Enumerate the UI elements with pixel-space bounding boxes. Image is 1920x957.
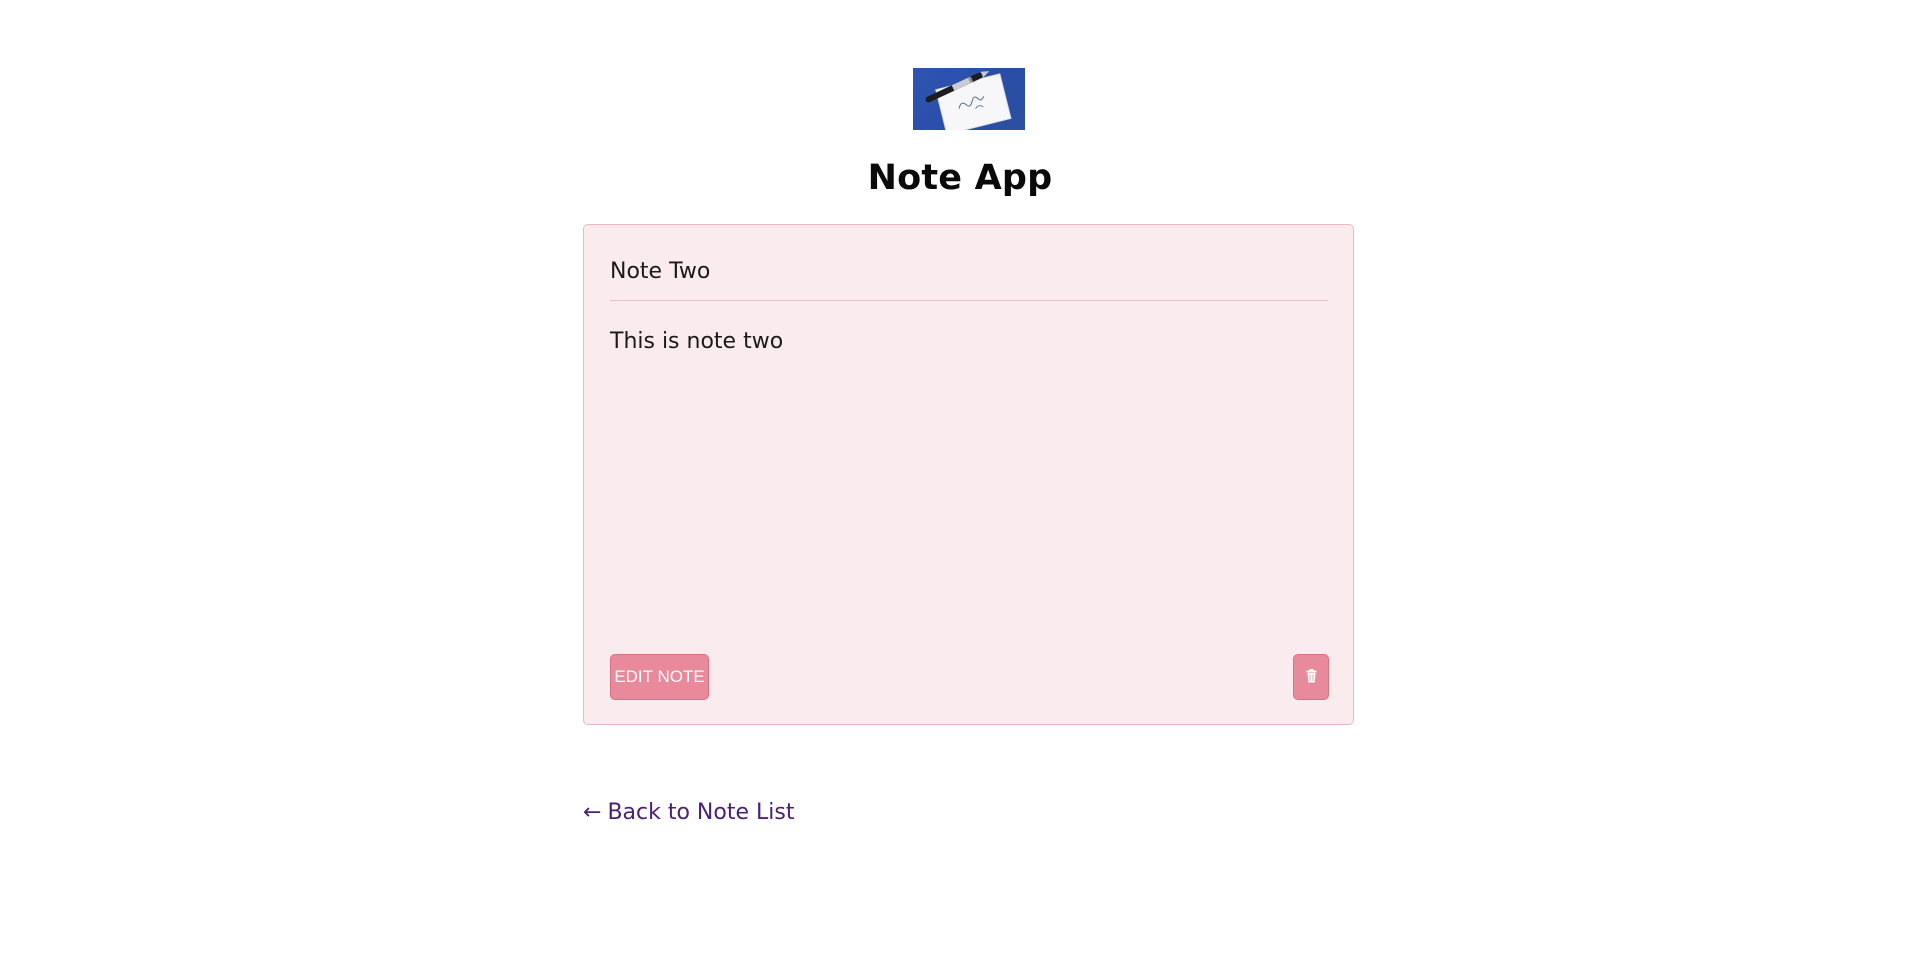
back-to-note-list-link[interactable]: ← Back to Note List — [583, 800, 794, 825]
note-card-pen-icon — [913, 68, 1025, 130]
left-arrow-icon: ← — [583, 799, 602, 825]
back-link-label: Back to Note List — [607, 800, 795, 825]
note-body: This is note two — [610, 329, 784, 354]
note-divider — [610, 300, 1328, 301]
trash-icon — [1306, 668, 1317, 686]
edit-note-button[interactable]: EDIT NOTE — [610, 654, 709, 700]
note-title: Note Two — [610, 259, 711, 284]
note-detail-page: Note App Note Two This is note two EDIT … — [0, 0, 1920, 957]
delete-note-button[interactable] — [1293, 654, 1329, 700]
note-card: Note Two This is note two EDIT NOTE — [583, 224, 1354, 725]
page-title: Note App — [867, 158, 1053, 198]
